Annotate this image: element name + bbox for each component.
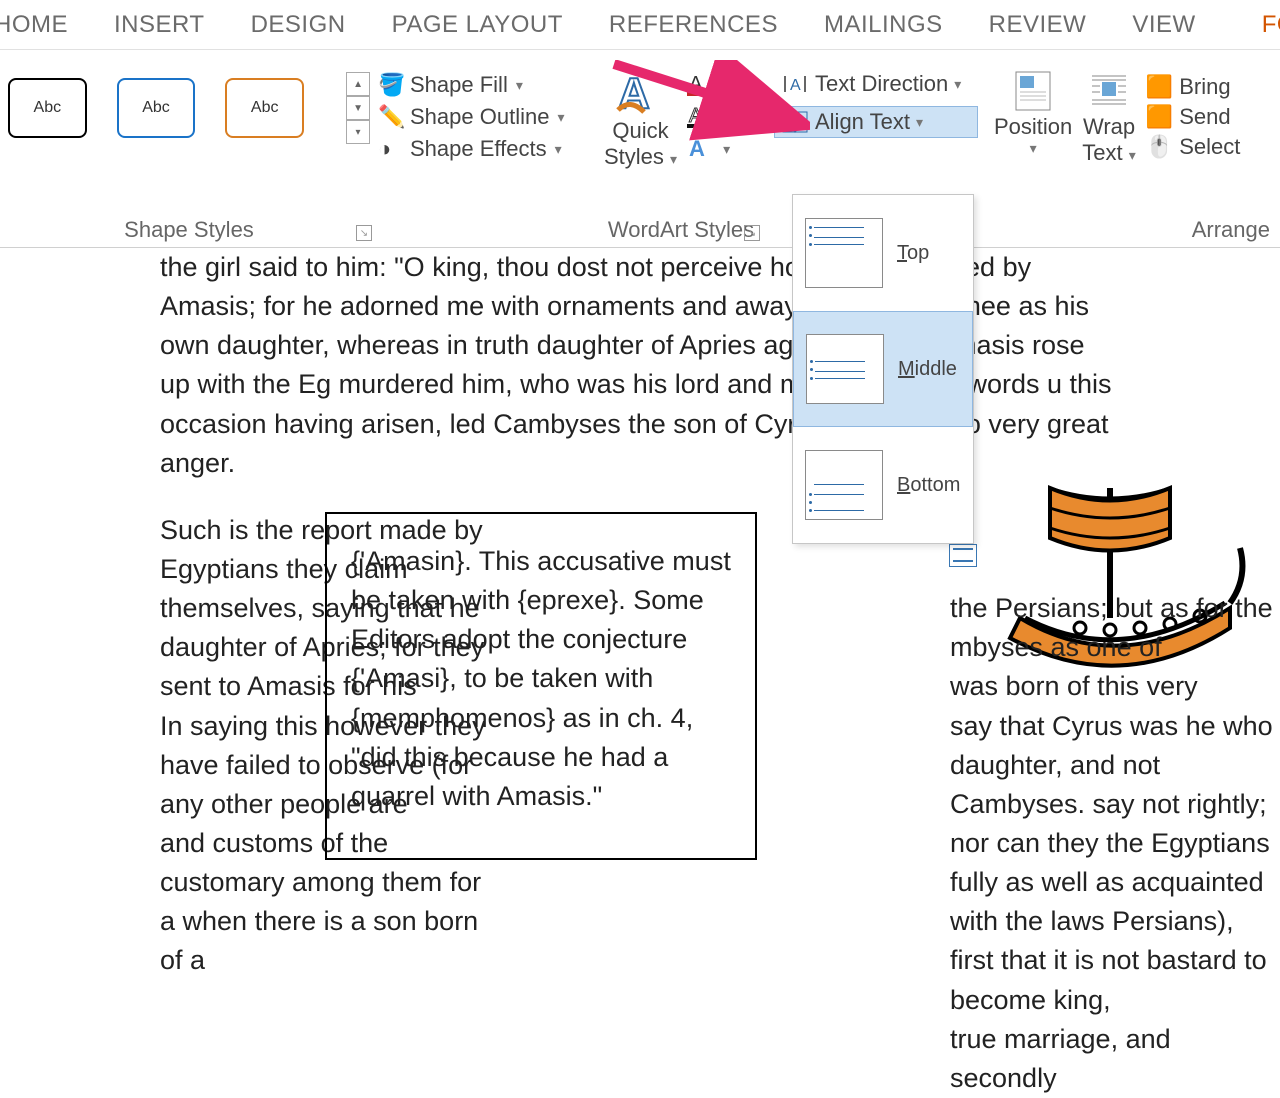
selection-pane-button[interactable]: 🖱️Select	[1146, 134, 1241, 160]
position-button[interactable]: Position▾	[994, 68, 1072, 157]
align-top-icon	[805, 218, 883, 288]
position-icon	[1010, 68, 1056, 114]
group-shape-styles: Abc Abc Abc ▲▼▾ Shape Styles ↘	[0, 50, 378, 247]
inserted-text-box[interactable]: {'Amasin}. This accusative must be taken…	[325, 512, 757, 860]
tab-mailings[interactable]: MAILINGS	[824, 11, 943, 39]
shape-style-thumb-3[interactable]: Abc	[225, 78, 304, 138]
shape-style-thumb-2[interactable]: Abc	[117, 78, 196, 138]
align-middle-icon	[806, 334, 884, 404]
effects-icon: ◑	[378, 136, 402, 162]
bucket-icon: 🪣	[378, 72, 402, 98]
tab-design[interactable]: DESIGN	[251, 11, 346, 39]
tab-page-layout[interactable]: PAGE LAYOUT	[392, 11, 563, 39]
group-shape-tools: 🪣Shape Fill▾ ✏️Shape Outline▾ ◑Shape Eff…	[378, 50, 596, 247]
wrap-text-button[interactable]: Wrap Text ▾	[1082, 68, 1136, 166]
bring-forward-button[interactable]: 🟧Bring	[1146, 74, 1241, 100]
tab-format[interactable]: FORMAT	[1262, 11, 1280, 39]
group-label-arrange: Arrange	[1192, 217, 1270, 243]
chevron-down-icon: ▾	[555, 141, 562, 158]
chevron-down-icon: ▾	[557, 109, 564, 126]
layout-options-icon[interactable]	[949, 544, 977, 567]
tab-home[interactable]: HOME	[0, 11, 68, 39]
selection-pane-icon: 🖱️	[1146, 134, 1173, 160]
shape-fill-button[interactable]: 🪣Shape Fill▾	[378, 72, 588, 98]
ribbon-tabs: HOME INSERT DESIGN PAGE LAYOUT REFERENCE…	[0, 0, 1280, 50]
group-label-shape-styles: Shape Styles	[0, 217, 378, 243]
align-middle-option[interactable]: Middle	[793, 311, 973, 427]
wrap-text-icon	[1086, 68, 1132, 114]
shape-style-gallery[interactable]: Abc Abc Abc ▲▼▾	[8, 58, 370, 144]
send-backward-icon: 🟧	[1146, 104, 1173, 130]
tab-insert[interactable]: INSERT	[114, 11, 205, 39]
align-bottom-icon	[805, 450, 883, 520]
pen-icon: ✏️	[378, 104, 402, 130]
annotation-arrow	[610, 60, 810, 150]
align-bottom-option[interactable]: Bottom	[793, 427, 973, 543]
tab-references[interactable]: REFERENCES	[609, 11, 778, 39]
tab-review[interactable]: REVIEW	[989, 11, 1087, 39]
chevron-down-icon: ▾	[516, 77, 523, 94]
tab-view[interactable]: VIEW	[1132, 11, 1195, 39]
doc-paragraph-1: the girl said to him: "O king, thou dost…	[160, 248, 1120, 483]
shape-style-thumb-1[interactable]: Abc	[8, 78, 87, 138]
wordart-launcher-icon[interactable]: ↘	[744, 225, 760, 241]
align-text-dropdown: Top Middle Bottom	[792, 194, 974, 544]
doc-column-right: the Persians; but as for the mbyses as o…	[950, 511, 1280, 1098]
shape-styles-launcher-icon[interactable]: ↘	[356, 225, 372, 241]
send-backward-button[interactable]: 🟧Send	[1146, 104, 1241, 130]
bring-forward-icon: 🟧	[1146, 74, 1173, 100]
document-canvas: the girl said to him: "O king, thou dost…	[0, 248, 1280, 1098]
shape-effects-button[interactable]: ◑Shape Effects▾	[378, 136, 588, 162]
group-label-wordart: WordArt Styles	[596, 217, 766, 243]
shape-outline-button[interactable]: ✏️Shape Outline▾	[378, 104, 588, 130]
gallery-spinner[interactable]: ▲▼▾	[346, 72, 370, 144]
align-top-option[interactable]: Top	[793, 195, 973, 311]
group-arrange: Position▾ Wrap Text ▾ 🟧Bring 🟧Send 🖱️Sel…	[986, 50, 1280, 247]
